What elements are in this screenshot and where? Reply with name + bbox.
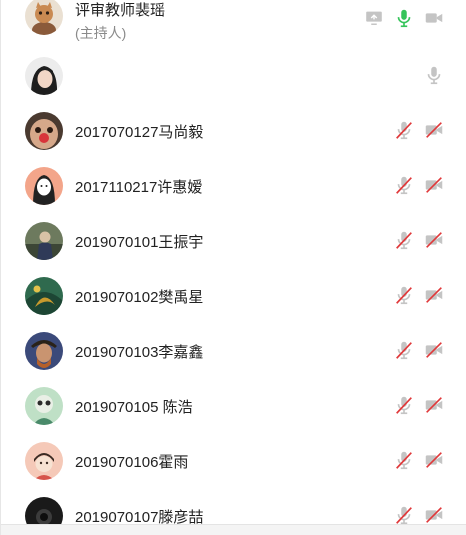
participant-row[interactable]: 2019070105 陈浩 [1,379,466,434]
camera-off-icon[interactable] [423,174,445,196]
participant-name: 2019070102樊禹星 [75,289,204,306]
mic-off-icon[interactable] [393,174,415,196]
participant-list: 评审教师裴瑶 (主持人) 2017070127马尚毅 2017110217许惠嫒… [1,0,466,535]
mic-on-icon[interactable] [393,7,415,29]
mic-off-icon[interactable] [393,504,415,526]
participant-panel: 评审教师裴瑶 (主持人) 2017070127马尚毅 2017110217许惠嫒… [0,0,466,535]
camera-off-icon[interactable] [423,229,445,251]
mic-off-icon[interactable] [393,284,415,306]
avatar [25,442,63,480]
participant-row[interactable]: 2019070106霍雨 [1,434,466,489]
camera-off-icon[interactable] [423,339,445,361]
screen-share-icon[interactable] [363,7,385,29]
participant-name: 2019070103李嘉鑫 [75,344,204,361]
participant-name: 评审教师裴瑶 [75,2,166,19]
participant-row-host[interactable]: 评审教师裴瑶 (主持人) [1,0,466,49]
camera-off-icon[interactable] [423,394,445,416]
mic-off-icon[interactable] [393,119,415,141]
host-role-label: (主持人) [75,25,127,41]
participant-name: 2017070127马尚毅 [75,124,204,141]
camera-off-icon[interactable] [423,504,445,526]
avatar [25,112,63,150]
horizontal-scrollbar[interactable] [1,524,466,535]
avatar [25,332,63,370]
participant-row[interactable] [1,49,466,104]
participant-row[interactable]: 2019070101王振宇 [1,214,466,269]
participant-row[interactable]: 2017110217许惠嫒 [1,159,466,214]
avatar [25,167,63,205]
avatar [25,0,63,35]
participant-row[interactable]: 2017070127马尚毅 [1,104,466,159]
avatar [25,387,63,425]
participant-name: 2019070101王振宇 [75,234,204,251]
avatar [25,57,63,95]
camera-off-icon[interactable] [423,449,445,471]
mic-off-icon[interactable] [393,339,415,361]
participant-name: 2017110217许惠嫒 [75,179,203,196]
camera-off-icon[interactable] [423,284,445,306]
mic-off-icon[interactable] [393,229,415,251]
mic-off-icon[interactable] [393,394,415,416]
avatar [25,222,63,260]
participant-name: 2019070105 陈浩 [75,399,193,416]
avatar [25,277,63,315]
participant-row[interactable]: 2019070102樊禹星 [1,269,466,324]
camera-icon[interactable] [423,7,445,29]
camera-off-icon[interactable] [423,119,445,141]
participant-row[interactable]: 2019070103李嘉鑫 [1,324,466,379]
mic-off-icon[interactable] [393,449,415,471]
participant-name: 2019070106霍雨 [75,454,189,471]
mic-icon[interactable] [423,64,445,86]
